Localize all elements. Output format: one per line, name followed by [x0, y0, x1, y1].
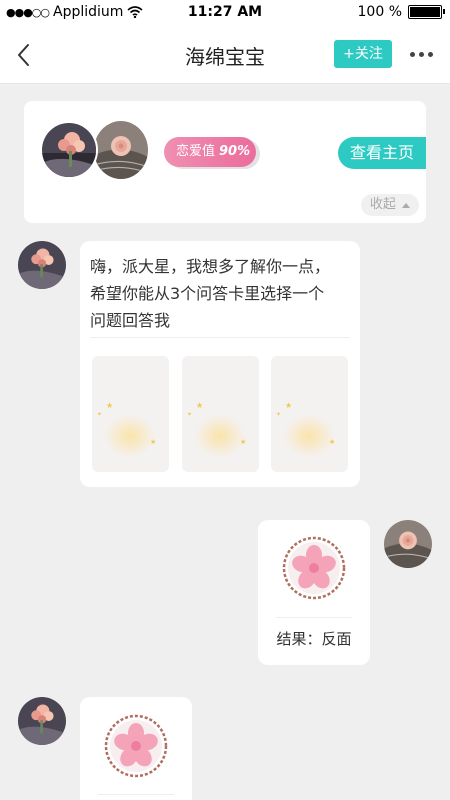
svg-text:★: ★: [240, 438, 246, 446]
moon-icon: ★ ✦ ★: [97, 378, 156, 458]
moon-icon: ★ ✦ ★: [276, 378, 335, 458]
more-options-button[interactable]: [406, 44, 436, 64]
avatar-rose-photo: [384, 520, 432, 568]
svg-text:★: ★: [329, 438, 335, 446]
view-homepage-button[interactable]: 查看主页: [338, 137, 426, 169]
message-avatar-other[interactable]: [18, 241, 66, 289]
divider: [90, 337, 350, 338]
battery-percent: 100 %: [357, 4, 402, 20]
battery-fill: [410, 7, 440, 17]
match-card: 恋爱值 90% 查看主页 收起: [24, 101, 426, 223]
avatar-flower-photo: [42, 123, 96, 177]
collapse-button[interactable]: 收起: [361, 194, 419, 216]
more-dot-icon: [409, 51, 415, 57]
message-bubble-question: 嗨，派大星，我想多了解你一点， 希望你能从3个问答卡里选择一个 问题回答我 ★ …: [80, 241, 360, 487]
svg-text:★: ★: [196, 401, 203, 410]
love-label: 恋爱值: [176, 144, 216, 159]
divider: [276, 617, 352, 618]
qa-card[interactable]: ★ ✦ ★: [182, 356, 259, 472]
more-dot-icon: [427, 51, 433, 57]
svg-text:★: ★: [285, 401, 292, 410]
message-text: 嗨，派大星，我想多了解你一点， 希望你能从3个问答卡里选择一个 问题回答我: [80, 241, 360, 334]
result-text: 结果：反面: [276, 630, 352, 648]
battery-icon: [408, 5, 445, 19]
message-line: 问题回答我: [90, 311, 171, 330]
svg-text:✦: ✦: [276, 411, 281, 418]
avatar-flower-photo: [18, 697, 66, 745]
message-bubble-result: 结果：反面: [258, 520, 370, 665]
message-line: 嗨，派大星，我想多了解你一点，: [90, 257, 331, 276]
love-value: 90%: [219, 144, 251, 159]
caret-up-icon: [402, 202, 411, 208]
message-line: 希望你能从3个问答卡里选择一个: [90, 284, 325, 303]
avatar-other[interactable]: [40, 121, 98, 179]
avatar-rose-photo: [94, 121, 148, 179]
nav-bar: 海绵宝宝 +关注: [0, 26, 450, 84]
message-bubble-coin: [80, 697, 192, 800]
message-avatar-self[interactable]: [384, 520, 432, 568]
moon-icon: ★ ✦ ★: [187, 378, 246, 458]
coin-flower-icon: [104, 714, 168, 778]
love-value-badge: 恋爱值 90%: [164, 137, 256, 167]
more-dot-icon: [418, 51, 424, 57]
svg-text:✦: ✦: [97, 411, 102, 418]
coin-flower-icon: [282, 536, 346, 600]
qa-card[interactable]: ★ ✦ ★: [92, 356, 169, 472]
status-bar: ●●●○○ Applidium 11:27 AM 100 %: [0, 0, 450, 26]
avatar-flower-photo: [18, 241, 66, 289]
message-avatar-other[interactable]: [18, 697, 66, 745]
qa-card[interactable]: ★ ✦ ★: [271, 356, 348, 472]
divider: [98, 794, 174, 795]
avatar-self[interactable]: [94, 121, 148, 179]
svg-text:★: ★: [150, 438, 156, 446]
status-right: 100 %: [357, 4, 445, 20]
svg-text:✦: ✦: [187, 411, 192, 418]
collapse-label: 收起: [369, 197, 396, 212]
svg-text:★: ★: [106, 401, 113, 410]
follow-button[interactable]: +关注: [334, 40, 392, 68]
